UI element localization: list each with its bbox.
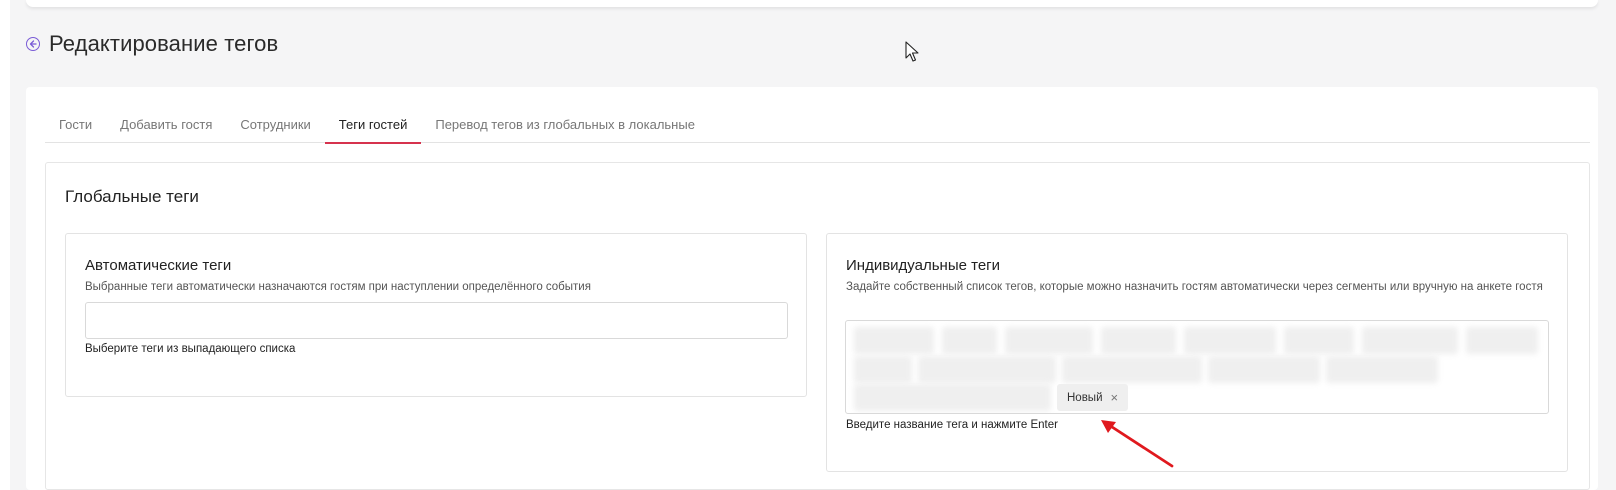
auto-tags-title: Автоматические теги: [85, 257, 232, 274]
tag-chip-label: Новый: [1067, 391, 1103, 404]
auto-tags-hint: Выберите теги из выпадающего списка: [85, 343, 296, 355]
tag-chip-obscured: [918, 356, 1056, 383]
page-title: Редактирование тегов: [49, 31, 279, 56]
tag-chip-obscured: [1362, 327, 1458, 354]
section-title: Глобальные теги: [65, 187, 199, 206]
individual-tags-description: Задайте собственный список тегов, которы…: [846, 281, 1543, 293]
auto-tags-select[interactable]: [85, 302, 788, 339]
top-bar: [26, 0, 1598, 7]
tag-chip-obscured: [1208, 356, 1320, 383]
tag-chip-obscured: [1062, 356, 1202, 383]
tag-chip-new[interactable]: Новый ×: [1057, 384, 1129, 411]
tab-tag-migration[interactable]: Перевод тегов из глобальных в локальные: [421, 110, 709, 143]
tab-guest-tags[interactable]: Теги гостей: [324, 110, 422, 144]
tag-chip-obscured: [1326, 356, 1438, 383]
individual-tags-input[interactable]: Новый ×: [845, 320, 1549, 414]
tag-chip-obscured: [942, 327, 997, 354]
tab-staff[interactable]: Сотрудники: [226, 110, 324, 143]
tag-chip-obscured: [1284, 327, 1354, 354]
page-header: Редактирование тегов: [26, 30, 278, 58]
tag-chip-obscured: [854, 327, 934, 354]
tag-chip-obscured: [1005, 327, 1093, 354]
tag-chip-obscured: [854, 384, 1051, 411]
tab-add-guest[interactable]: Добавить гостя: [106, 110, 226, 143]
tag-chip-obscured: [854, 356, 912, 383]
auto-tags-description: Выбранные теги автоматически назначаются…: [85, 281, 591, 293]
mouse-cursor-icon: [905, 41, 919, 62]
individual-tags-hint: Введите название тега и нажмите Enter: [846, 419, 1058, 431]
annotation-arrow-icon: [1101, 420, 1174, 468]
tab-guests[interactable]: Гости: [45, 110, 106, 143]
tag-chip-obscured: [1466, 327, 1538, 354]
remove-tag-icon[interactable]: ×: [1111, 390, 1119, 405]
tag-chip-obscured: [1101, 327, 1176, 354]
back-arrow-icon[interactable]: [26, 37, 40, 51]
tab-bar: Гости Добавить гостя Сотрудники Теги гос…: [45, 110, 1590, 144]
individual-tags-title: Индивидуальные теги: [846, 257, 1001, 274]
tag-chip-obscured: [1184, 327, 1276, 354]
